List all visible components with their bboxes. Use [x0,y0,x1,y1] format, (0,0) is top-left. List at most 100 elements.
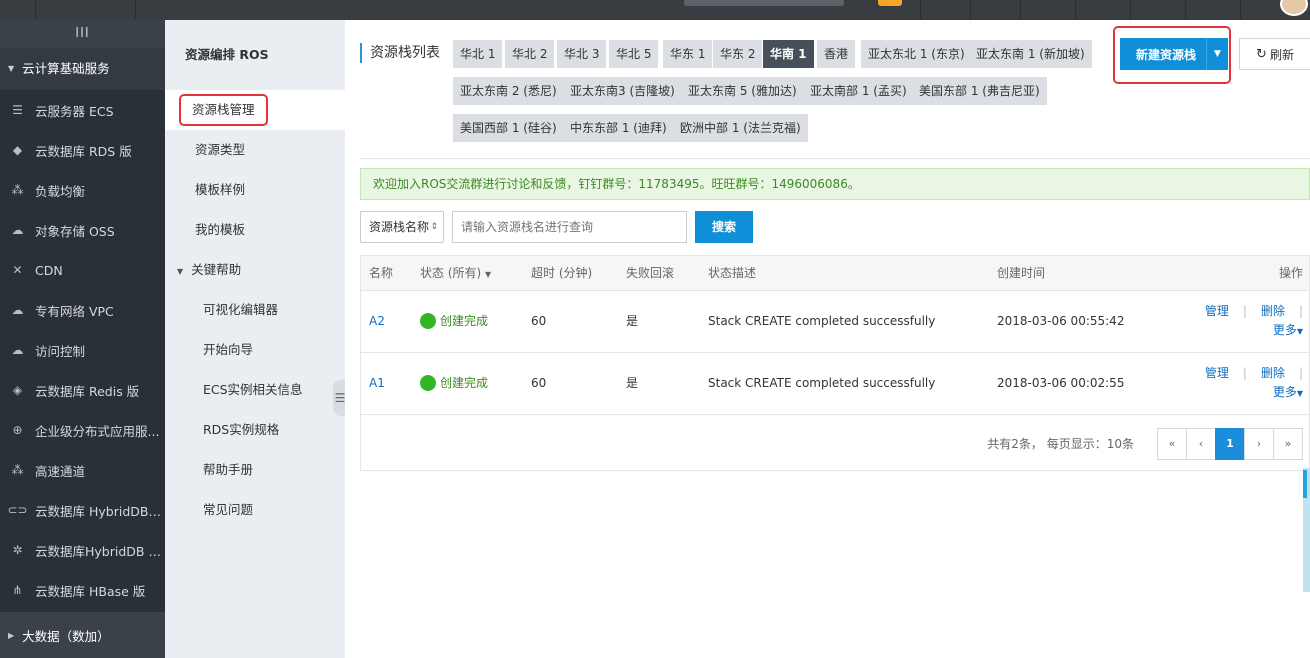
region-tab[interactable]: 亚太东南 1 (新加坡) [969,40,1092,68]
sidebar-group-big-data[interactable]: ▶ 大数据（数加） [0,612,165,658]
region-tab[interactable]: 美国西部 1 (硅谷) [453,114,564,142]
region-tab[interactable]: 华东 1 [663,40,713,68]
redis-icon: ◈ [12,383,23,397]
stack-name-link[interactable]: A2 [369,291,385,351]
last-page-button[interactable]: » [1273,428,1303,460]
subnav-help-rds-specs[interactable]: RDS实例规格 [165,410,345,450]
subnav-help-ecs-info[interactable]: ECS实例相关信息 [165,370,345,410]
region-tab[interactable]: 华北 3 [557,40,607,68]
subnav-item-stack-management[interactable]: 资源栈管理 [165,90,345,130]
sidebar-item[interactable]: ☁ 对象存储 OSS [0,210,165,250]
new-stack-button[interactable]: 新建资源栈 ▼ [1120,38,1228,70]
region-tab[interactable]: 华南 1 [763,40,814,68]
pager-info: 共有2条， 每页显示：10条 [987,437,1134,451]
search-button[interactable]: 搜索 [695,211,753,243]
status-text: 创建完成 [440,314,489,328]
manage-link[interactable]: 管理 [1205,366,1229,380]
sidebar-item-label: 云服务器 ECS [35,103,114,119]
caret-down-icon: ▼ [1296,327,1303,336]
region-tab[interactable]: 亚太东南 2 (悉尼) [453,77,564,105]
global-search-box[interactable] [684,0,844,6]
sidebar-item[interactable]: ✕ CDN [0,250,165,290]
topbar-divider [920,0,921,20]
created-time: 2018-03-06 00:55:42 [997,314,1125,328]
sidebar-item[interactable]: ⊂⊃ 云数据库 HybridDB f... [0,490,165,530]
subnav-help-manual[interactable]: 帮助手册 [165,450,345,490]
topbar-divider [1240,0,1241,20]
caret-down-icon: ▼ [8,64,15,73]
topbar-divider [1075,0,1076,20]
region-tab[interactable]: 亚太东北 1 (东京) [861,40,972,68]
table-row: A2 创建完成 60 是 Stack CREATE completed successf… [361,291,1309,353]
region-tab[interactable]: 华北 1 [453,40,503,68]
stack-table: 名称 状态 (所有) ▼ 超时 (分钟) 失败回滚 状态描述 创建时间 操作 A… [360,255,1310,471]
sidebar-item[interactable]: ⊕ 企业级分布式应用服... [0,410,165,450]
search-input[interactable] [452,211,687,243]
subnav-help-faq[interactable]: 常见问题 [165,490,345,530]
region-tab[interactable]: 亚太南部 1 (孟买) [803,77,914,105]
search-field-select-value: 资源栈名称 [369,220,430,234]
sidebar-item[interactable]: ⁂ 高速通道 [0,450,165,490]
sidebar-item-label: 高速通道 [35,463,86,479]
delete-link[interactable]: 删除 [1261,304,1285,318]
sidebar-item[interactable]: ☰ 云服务器 ECS [0,90,165,130]
delete-link[interactable]: 删除 [1261,366,1285,380]
dropdown-caret-icon[interactable]: ▼ [1206,38,1228,70]
search-field-select[interactable]: 资源栈名称 ⇕ [360,211,444,243]
sidebar-group-cloud-basics[interactable]: ▼ 云计算基础服务 [0,48,165,90]
col-created-time: 创建时间 [997,266,1046,280]
more-dropdown[interactable]: 更多▼ [1205,382,1303,404]
subnav-help-visual-editor[interactable]: 可视化编辑器 [165,290,345,330]
subnav-item-my-templates[interactable]: 我的模板 [165,210,345,250]
sidebar-item[interactable]: ✲ 云数据库HybridDB fo... [0,530,165,570]
region-tab[interactable]: 亚太东南 5 (雅加达) [681,77,804,105]
region-tab[interactable]: 亚太东南3 (吉隆坡) [563,77,682,105]
next-page-button[interactable]: › [1244,428,1274,460]
new-stack-label: 新建资源栈 [1135,47,1196,62]
created-time: 2018-03-06 00:02:55 [997,376,1125,390]
first-page-button[interactable]: « [1157,428,1187,460]
subnav-help-getting-started[interactable]: 开始向导 [165,330,345,370]
region-tab[interactable]: 香港 [817,40,856,68]
col-timeout: 超时 (分钟) [531,266,593,280]
page-1-button[interactable]: 1 [1215,428,1245,460]
manage-link[interactable]: 管理 [1205,304,1229,318]
refresh-button[interactable]: ↻ 刷新 [1239,38,1310,70]
region-tab[interactable]: 华东 2 [713,40,763,68]
user-avatar[interactable] [1280,0,1308,16]
hybriddb-alt-icon: ✲ [12,543,23,557]
hybriddb-icon: ⊂⊃ [7,503,28,517]
region-tab[interactable]: 美国东部 1 (弗吉尼亚) [912,77,1047,105]
rollback-value: 是 [626,314,639,328]
more-dropdown[interactable]: 更多▼ [1205,320,1303,342]
region-tab[interactable]: 欧洲中部 1 (法兰克福) [673,114,808,142]
timeout-value: 60 [531,376,547,390]
subnav-group-help[interactable]: ▼ 关键帮助 [165,250,345,290]
sidebar-item[interactable]: ☁ 访问控制 [0,330,165,370]
table-header: 名称 状态 (所有) ▼ 超时 (分钟) 失败回滚 状态描述 创建时间 操作 [361,256,1309,291]
sidebar-item-label: 云数据库 Redis 版 [35,383,140,399]
sidebar-toggle-button[interactable]: III [0,20,165,48]
stack-name-link[interactable]: A1 [369,353,385,413]
sidebar-item[interactable]: ◆ 云数据库 RDS 版 [0,130,165,170]
caret-down-icon: ▼ [485,270,492,279]
divider [360,158,1310,159]
rollback-value: 是 [626,376,639,390]
region-tab[interactable]: 华北 5 [609,40,659,68]
subnav-item-template-samples[interactable]: 模板样例 [165,170,345,210]
subnav-item-resource-types[interactable]: 资源类型 [165,130,345,170]
status-description: Stack CREATE completed successfully [708,376,936,390]
vpc-icon: ☁ [11,303,24,317]
region-tab[interactable]: 中东东部 1 (迪拜) [563,114,674,142]
prev-page-button[interactable]: ‹ [1186,428,1216,460]
sidebar-item[interactable]: ⁂ 负载均衡 [0,170,165,210]
col-status-label: 状态 (所有) [420,266,482,280]
divider: | [1242,304,1247,318]
sidebar-item[interactable]: ⋔ 云数据库 HBase 版 [0,570,165,610]
more-label: 更多 [1272,323,1297,337]
region-tab[interactable]: 华北 2 [505,40,555,68]
notification-badge[interactable] [878,0,902,6]
sidebar-item[interactable]: ◈ 云数据库 Redis 版 [0,370,165,410]
sidebar-item[interactable]: ☁ 专有网络 VPC [0,290,165,330]
col-status-filter[interactable]: 状态 (所有) ▼ [420,256,491,292]
